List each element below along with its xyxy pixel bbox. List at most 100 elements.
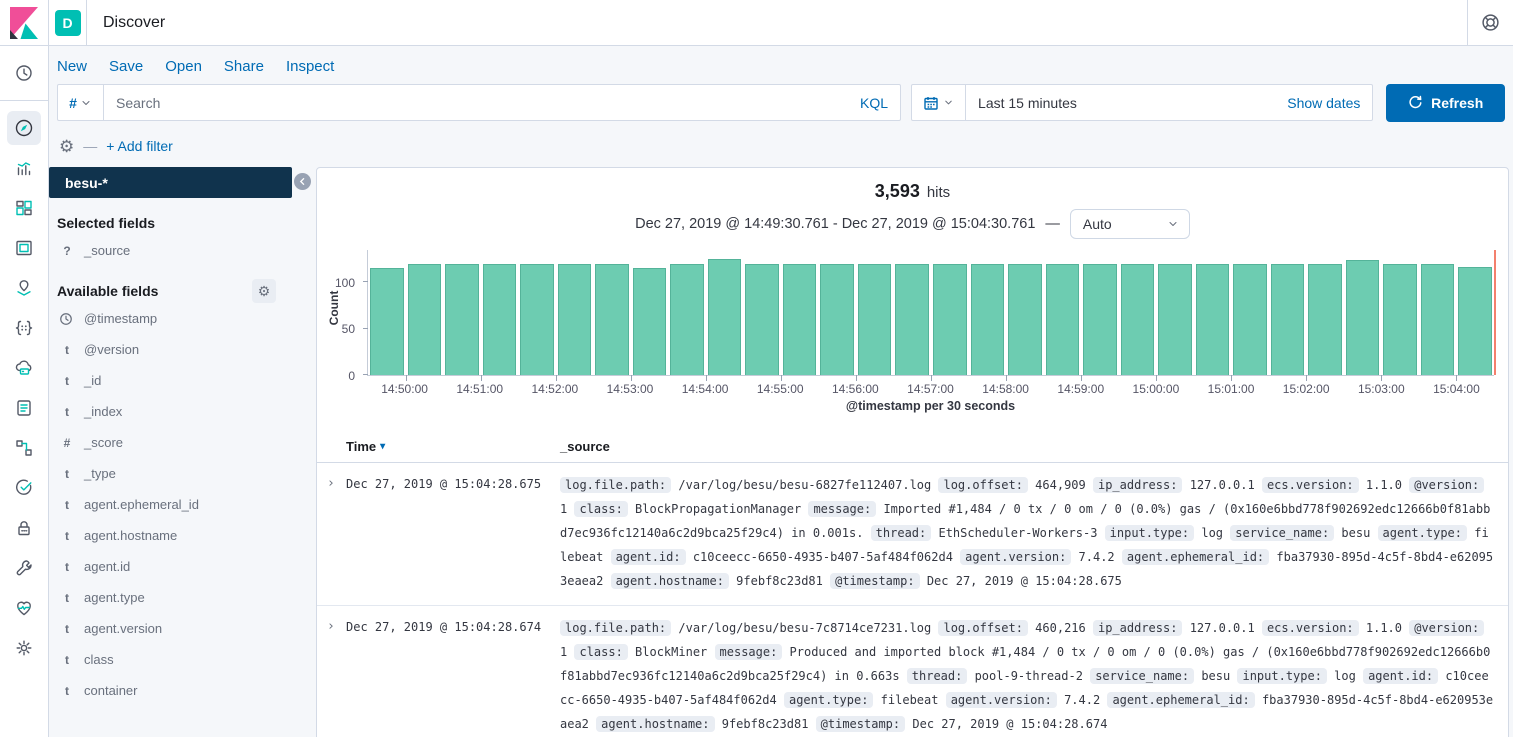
field-key-badge: agent.id: bbox=[1363, 668, 1438, 684]
histogram-bar[interactable] bbox=[895, 264, 929, 375]
nav-stack-monitoring-icon[interactable] bbox=[7, 591, 41, 625]
nav-logs-icon[interactable] bbox=[7, 391, 41, 425]
histogram-bar[interactable] bbox=[1346, 260, 1380, 375]
histogram-bar[interactable] bbox=[1121, 264, 1155, 375]
histogram-bar[interactable] bbox=[558, 264, 592, 375]
calendar-icon bbox=[923, 95, 939, 111]
nav-dev-tools-icon[interactable] bbox=[7, 551, 41, 585]
histogram-bar[interactable] bbox=[933, 264, 967, 375]
histogram-bar[interactable] bbox=[708, 259, 742, 375]
field-item-_index[interactable]: t_index bbox=[49, 396, 316, 427]
time-column-label: Time bbox=[346, 439, 376, 454]
kql-language-button[interactable]: KQL bbox=[860, 95, 900, 111]
nav-siem-icon[interactable] bbox=[7, 511, 41, 545]
help-icon[interactable] bbox=[1481, 13, 1500, 32]
histogram-bar[interactable] bbox=[595, 264, 629, 375]
histogram-bar[interactable] bbox=[1421, 264, 1455, 375]
index-pattern-name: besu-* bbox=[65, 175, 108, 191]
field-item-agent.ephemeral_id[interactable]: tagent.ephemeral_id bbox=[49, 489, 316, 520]
histogram-bar[interactable] bbox=[1008, 264, 1042, 375]
nav-recently-viewed-icon[interactable] bbox=[7, 56, 41, 90]
histogram-bar[interactable] bbox=[483, 264, 517, 375]
histogram-bar[interactable] bbox=[1196, 264, 1230, 375]
histogram-bar[interactable] bbox=[783, 264, 817, 375]
histogram-bar[interactable] bbox=[820, 264, 854, 375]
field-item-container[interactable]: tcontainer bbox=[49, 675, 316, 706]
menu-item-save[interactable]: Save bbox=[109, 58, 143, 75]
search-input[interactable] bbox=[104, 95, 860, 111]
menu-item-open[interactable]: Open bbox=[165, 58, 202, 75]
y-axis-ticks: 050100 bbox=[317, 250, 361, 376]
nav-visualize-icon[interactable] bbox=[7, 151, 41, 185]
hits-header: 3,593hits bbox=[317, 181, 1508, 202]
nav-management-icon[interactable] bbox=[7, 631, 41, 665]
collapse-sidebar-button[interactable] bbox=[294, 173, 311, 190]
field-item-agent.type[interactable]: tagent.type bbox=[49, 582, 316, 613]
nav-dashboard-icon[interactable] bbox=[7, 191, 41, 225]
menu-item-new[interactable]: New bbox=[57, 58, 87, 75]
nav-discover-icon[interactable] bbox=[7, 111, 41, 145]
interval-dropdown[interactable]: Auto bbox=[1070, 209, 1190, 239]
add-filter-button[interactable]: + Add filter bbox=[106, 138, 173, 154]
field-item-agent.version[interactable]: tagent.version bbox=[49, 613, 316, 644]
index-pattern-selector[interactable]: besu-* bbox=[49, 167, 292, 198]
field-item-class[interactable]: tclass bbox=[49, 644, 316, 675]
histogram-bar[interactable] bbox=[1271, 264, 1305, 375]
histogram-bar[interactable] bbox=[445, 264, 479, 375]
field-item-_source[interactable]: ?_source bbox=[49, 235, 316, 266]
filter-language-dropdown[interactable]: # bbox=[58, 85, 104, 120]
field-item-agent.hostname[interactable]: tagent.hostname bbox=[49, 520, 316, 551]
x-tick-label: 14:53:00 bbox=[607, 382, 654, 396]
histogram-bar[interactable] bbox=[633, 268, 667, 375]
menu-item-inspect[interactable]: Inspect bbox=[286, 58, 334, 75]
field-value: /var/log/besu/besu-6827fe112407.log bbox=[671, 478, 938, 492]
histogram-bar[interactable] bbox=[1383, 264, 1417, 375]
field-item-_score[interactable]: #_score bbox=[49, 427, 316, 458]
expand-row-icon[interactable]: › bbox=[317, 616, 346, 736]
x-tick-label: 14:58:00 bbox=[982, 382, 1029, 396]
field-item-agent.id[interactable]: tagent.id bbox=[49, 551, 316, 582]
nav-uptime-icon[interactable] bbox=[7, 471, 41, 505]
histogram-bar[interactable] bbox=[971, 264, 1005, 375]
time-range-value[interactable]: Last 15 minutes bbox=[966, 95, 1077, 111]
kibana-logo[interactable] bbox=[0, 0, 49, 45]
time-column-header[interactable]: Time ▾ bbox=[346, 439, 560, 454]
histogram-bar[interactable] bbox=[520, 264, 554, 375]
row-timestamp: Dec 27, 2019 @ 15:04:28.674 bbox=[346, 616, 560, 736]
nav-metrics-icon[interactable] bbox=[7, 351, 41, 385]
page-title: Discover bbox=[103, 14, 165, 32]
histogram-bar[interactable] bbox=[858, 264, 892, 375]
show-dates-button[interactable]: Show dates bbox=[1287, 95, 1372, 111]
menu-item-share[interactable]: Share bbox=[224, 58, 264, 75]
field-item-@version[interactable]: t @version bbox=[49, 334, 316, 365]
field-settings-gear-icon[interactable]: ⚙ bbox=[252, 279, 276, 303]
refresh-button[interactable]: Refresh bbox=[1386, 84, 1505, 122]
discover-body: besu-* Selected fields ?_source Availabl… bbox=[49, 167, 1513, 737]
nav-apm-icon[interactable] bbox=[7, 431, 41, 465]
string-type-icon: t bbox=[59, 343, 75, 357]
histogram-bar[interactable] bbox=[1046, 264, 1080, 375]
histogram-bar[interactable] bbox=[408, 264, 442, 375]
histogram-bar[interactable] bbox=[745, 264, 779, 375]
nav-canvas-icon[interactable] bbox=[7, 231, 41, 265]
filter-settings-gear-icon[interactable]: ⚙ bbox=[59, 138, 74, 155]
field-value: BlockPropagationManager bbox=[628, 502, 809, 516]
nav-machine-learning-icon[interactable] bbox=[7, 311, 41, 345]
quick-select-menu[interactable] bbox=[912, 85, 966, 120]
nav-maps-icon[interactable] bbox=[7, 271, 41, 305]
refresh-label: Refresh bbox=[1431, 95, 1483, 111]
histogram-bar[interactable] bbox=[1083, 264, 1117, 375]
expand-row-icon[interactable]: › bbox=[317, 473, 346, 593]
histogram-bar[interactable] bbox=[370, 268, 404, 375]
histogram-bar[interactable] bbox=[1458, 267, 1492, 375]
field-key-badge: thread: bbox=[907, 668, 968, 684]
histogram-bar[interactable] bbox=[1233, 264, 1267, 375]
histogram-bar[interactable] bbox=[1158, 264, 1192, 375]
field-item-@timestamp[interactable]: @timestamp bbox=[49, 303, 316, 334]
field-name: @version bbox=[84, 342, 139, 357]
field-key-badge: message: bbox=[808, 501, 876, 517]
field-item-_type[interactable]: t_type bbox=[49, 458, 316, 489]
histogram-bar[interactable] bbox=[1308, 264, 1342, 375]
field-item-_id[interactable]: t_id bbox=[49, 365, 316, 396]
histogram-bar[interactable] bbox=[670, 264, 704, 375]
